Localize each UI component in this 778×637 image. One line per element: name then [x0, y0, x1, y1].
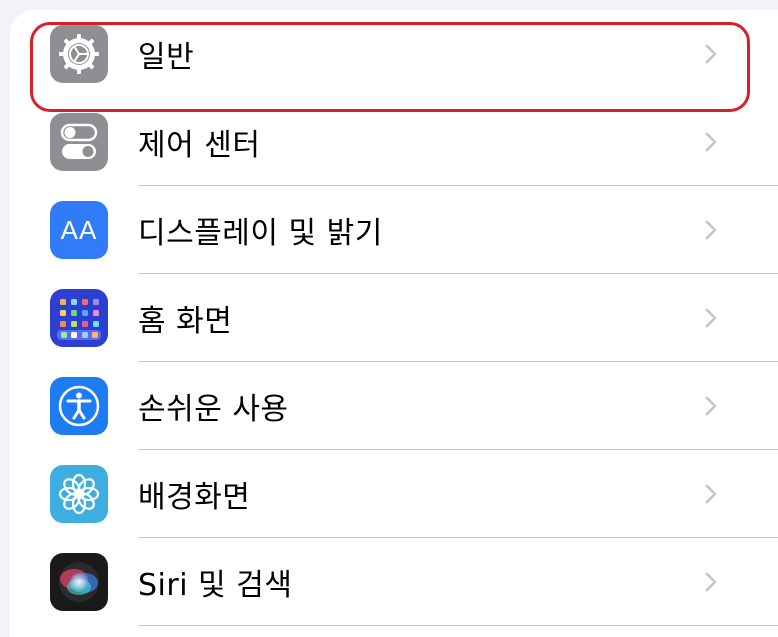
text-size-glyph: AA: [60, 214, 98, 245]
settings-row-wallpaper[interactable]: 배경화면: [10, 450, 778, 538]
settings-row-label: 디스플레이 및 밝기: [138, 216, 383, 251]
settings-row-label: 홈 화면: [138, 304, 233, 339]
settings-screen: 일반 제어 센터 AA 디스플레이 및 밝기 홈 화면 손쉬운 사용 배경화면 …: [0, 0, 778, 637]
settings-row-home-screen[interactable]: 홈 화면: [10, 274, 778, 362]
settings-row-label: Siri 및 검색: [138, 568, 293, 603]
settings-row-siri[interactable]: Siri 및 검색: [10, 538, 778, 626]
settings-row-control-center[interactable]: 제어 센터: [10, 98, 778, 186]
chevron-right-icon: [705, 396, 717, 416]
settings-row-label: 손쉬운 사용: [138, 392, 289, 427]
settings-row-accessibility[interactable]: 손쉬운 사용: [10, 362, 778, 450]
flower-icon: [50, 465, 108, 523]
settings-row-label: 배경화면: [138, 480, 251, 515]
row-divider: [138, 625, 778, 626]
settings-row-label: 제어 센터: [138, 128, 261, 163]
chevron-right-icon: [705, 484, 717, 504]
toggles-icon: [50, 113, 108, 171]
settings-row-general[interactable]: 일반: [10, 10, 778, 98]
chevron-right-icon: [705, 220, 717, 240]
settings-list: 일반 제어 센터 AA 디스플레이 및 밝기 홈 화면 손쉬운 사용 배경화면 …: [10, 10, 778, 637]
gear-icon: [50, 25, 108, 83]
chevron-right-icon: [705, 132, 717, 152]
text-size-icon: AA: [50, 201, 108, 259]
settings-row-label: 일반: [138, 40, 195, 75]
chevron-right-icon: [705, 44, 717, 64]
siri-icon: [50, 553, 108, 611]
chevron-right-icon: [705, 308, 717, 328]
accessibility-icon: [50, 377, 108, 435]
chevron-right-icon: [705, 572, 717, 592]
settings-row-display[interactable]: AA 디스플레이 및 밝기: [10, 186, 778, 274]
app-grid-icon: [50, 289, 108, 347]
